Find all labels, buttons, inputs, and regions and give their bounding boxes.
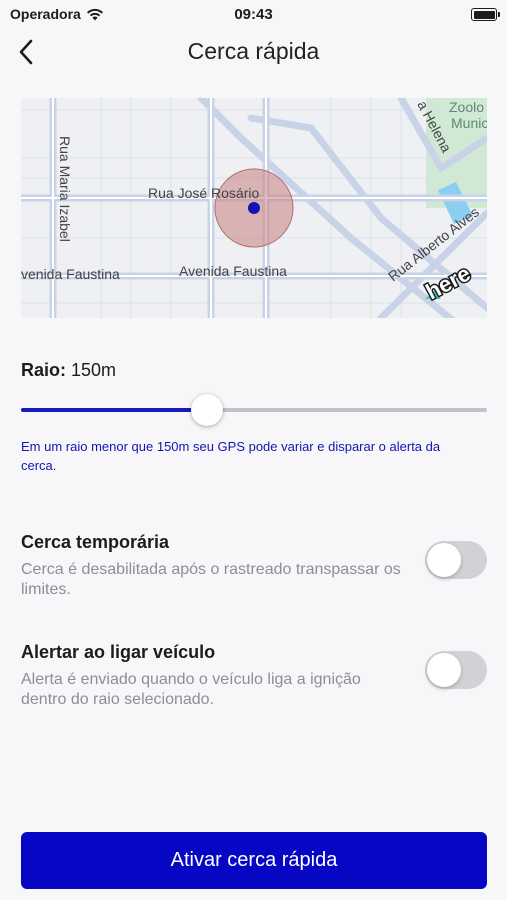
map-label-avenida-faustina-right: Avenida Faustina	[179, 263, 287, 279]
option-description: Cerca é desabilitada após o rastreado tr…	[21, 561, 401, 598]
option-description: Alerta é enviado quando o veículo liga a…	[21, 671, 361, 708]
page-title: Cerca rápida	[187, 38, 320, 64]
option-title: Cerca temporária	[21, 532, 170, 552]
map-label-zoo-line2: Munic	[451, 115, 487, 131]
radius-value: 150m	[71, 360, 117, 380]
map-view[interactable]: Rua Maria Izabel Rua José Rosário venida…	[21, 98, 487, 318]
radius-row: Raio: 150m	[21, 360, 116, 381]
slider-track-fill	[21, 408, 207, 412]
status-time: 09:43	[234, 6, 273, 23]
location-marker	[248, 202, 260, 214]
radius-label: Raio:	[21, 360, 66, 380]
map-label-rua-maria-izabel: Rua Maria Izabel	[57, 136, 73, 242]
battery-icon	[471, 8, 500, 21]
temporary-fence-toggle[interactable]	[425, 541, 487, 579]
toggle-knob	[427, 653, 461, 687]
option-title: Alertar ao ligar veículo	[21, 642, 216, 662]
status-bar: Operadora 09:43	[0, 0, 507, 30]
map-canvas: Rua Maria Izabel Rua José Rosário venida…	[21, 98, 487, 318]
ignition-alert-toggle[interactable]	[425, 651, 487, 689]
option-temporary-fence: Cerca temporária Cerca é desabilitada ap…	[21, 532, 487, 600]
toggle-knob	[427, 543, 461, 577]
map-label-avenida-faustina-left: venida Faustina	[21, 266, 120, 282]
radius-hint: Em um raio menor que 150m seu GPS pode v…	[21, 439, 441, 473]
map-label-zoo-line1: Zoolo	[449, 99, 484, 115]
radius-slider[interactable]	[21, 393, 487, 427]
slider-thumb[interactable]	[191, 394, 223, 426]
activate-quick-fence-button[interactable]: Ativar cerca rápida	[21, 832, 487, 889]
map-label-rua-jose-rosario: Rua José Rosário	[148, 185, 259, 201]
option-vehicle-ignition-alert: Alertar ao ligar veículo Alerta é enviad…	[21, 642, 487, 710]
navigation-bar: Cerca rápida	[0, 30, 507, 74]
